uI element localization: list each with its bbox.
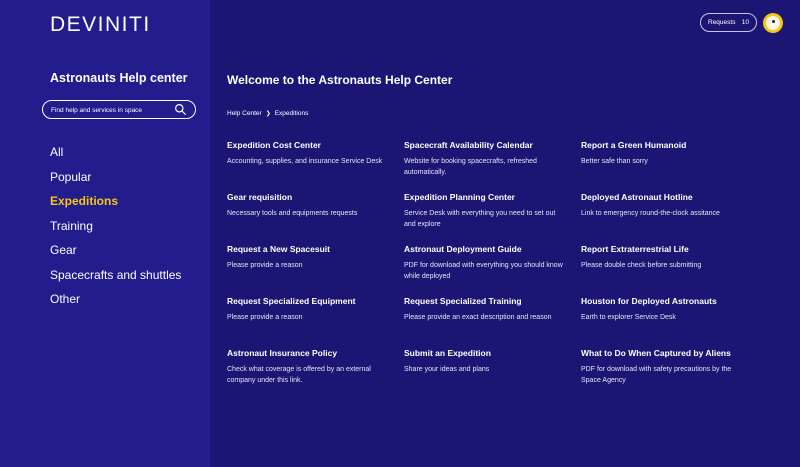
service-card[interactable]: Request a New Spacesuit Please provide a… [227,244,387,271]
search-icon[interactable] [174,103,187,116]
service-card-desc: Necessary tools and equipments requests [227,210,358,217]
chevron-right-icon: ❯ [265,111,271,117]
service-card-title[interactable]: Gear requisition [227,192,387,203]
service-card-title[interactable]: Report a Green Humanoid [581,140,741,151]
category-nav: All Popular Expeditions Training Gear Sp… [50,145,181,317]
page-title: Welcome to the Astronauts Help Center [227,73,453,87]
service-card[interactable]: What to Do When Captured by Aliens PDF f… [581,348,741,386]
service-card-desc: Accounting, supplies, and insurance Serv… [227,158,383,165]
service-card[interactable]: Report a Green Humanoid Better safe than… [581,140,741,167]
service-card-desc: Please provide a reason [227,314,303,321]
breadcrumb-help-center[interactable]: Help Center [227,110,262,117]
user-avatar[interactable] [763,13,783,33]
requests-button[interactable]: Requests 10 [700,13,757,32]
requests-count: 10 [741,19,749,26]
service-card-title[interactable]: Deployed Astronaut Hotline [581,192,741,203]
service-card[interactable]: Gear requisition Necessary tools and equ… [227,192,387,219]
service-card-desc: Please provide an exact description and … [404,314,552,321]
service-card[interactable]: Request Specialized Training Please prov… [404,296,564,323]
service-card-desc: PDF for download with safety precautions… [581,366,732,384]
search-input[interactable] [51,103,171,117]
service-card-title[interactable]: Expedition Cost Center [227,140,387,151]
help-center-title: Astronauts Help center [50,71,188,85]
service-card-desc: Share your ideas and plans [404,366,490,373]
service-card[interactable]: Spacecraft Availability Calendar Website… [404,140,564,178]
service-card-title[interactable]: Astronaut Insurance Policy [227,348,387,359]
service-card-title[interactable]: What to Do When Captured by Aliens [581,348,741,359]
service-card-title[interactable]: Submit an Expedition [404,348,564,359]
nav-item-popular[interactable]: Popular [50,170,181,195]
service-card-desc: Earth to explorer Service Desk [581,314,676,321]
service-card-desc: PDF for download with everything you sho… [404,262,563,280]
brand-logo[interactable]: DEVINITI [50,13,151,37]
service-card-desc: Check what coverage is offered by an ext… [227,366,371,384]
avatar-face-icon [766,16,780,30]
service-card[interactable]: Astronaut Deployment Guide PDF for downl… [404,244,564,282]
service-card-title[interactable]: Astronaut Deployment Guide [404,244,564,255]
nav-item-training[interactable]: Training [50,219,181,244]
nav-item-expeditions[interactable]: Expeditions [50,194,181,219]
breadcrumb: Help Center ❯ Expeditions [227,110,308,117]
service-card[interactable]: Deployed Astronaut Hotline Link to emerg… [581,192,741,219]
service-card-title[interactable]: Request a New Spacesuit [227,244,387,255]
requests-label: Requests [708,19,736,26]
service-card[interactable]: Astronaut Insurance Policy Check what co… [227,348,387,386]
service-card-title[interactable]: Expedition Planning Center [404,192,564,203]
service-card-title[interactable]: Request Specialized Training [404,296,564,307]
service-card[interactable]: Expedition Cost Center Accounting, suppl… [227,140,387,167]
service-card-desc: Website for booking spacecrafts, refresh… [404,158,537,176]
nav-item-all[interactable]: All [50,145,181,170]
nav-item-gear[interactable]: Gear [50,243,181,268]
service-card-title[interactable]: Spacecraft Availability Calendar [404,140,564,151]
service-card-desc: Please provide a reason [227,262,303,269]
avatar-eye-icon [772,20,775,23]
service-card-title[interactable]: Request Specialized Equipment [227,296,387,307]
service-card-desc: Service Desk with everything you need to… [404,210,556,228]
service-card-title[interactable]: Houston for Deployed Astronauts [581,296,741,307]
service-card-desc: Link to emergency round-the-clock assita… [581,210,720,217]
sidebar: DEVINITI Astronauts Help center All Popu… [0,0,210,467]
nav-item-other[interactable]: Other [50,292,181,317]
service-card[interactable]: Report Extraterrestrial Life Please doub… [581,244,741,271]
service-card[interactable]: Request Specialized Equipment Please pro… [227,296,387,323]
service-card[interactable]: Submit an Expedition Share your ideas an… [404,348,564,375]
service-card-title[interactable]: Report Extraterrestrial Life [581,244,741,255]
service-card[interactable]: Houston for Deployed Astronauts Earth to… [581,296,741,323]
breadcrumb-expeditions[interactable]: Expeditions [275,110,309,117]
service-card[interactable]: Expedition Planning Center Service Desk … [404,192,564,230]
nav-item-spacecrafts[interactable]: Spacecrafts and shuttles [50,268,181,293]
service-card-desc: Better safe than sorry [581,158,648,165]
service-card-desc: Please double check before submitting [581,262,702,269]
search-box[interactable] [42,100,196,119]
